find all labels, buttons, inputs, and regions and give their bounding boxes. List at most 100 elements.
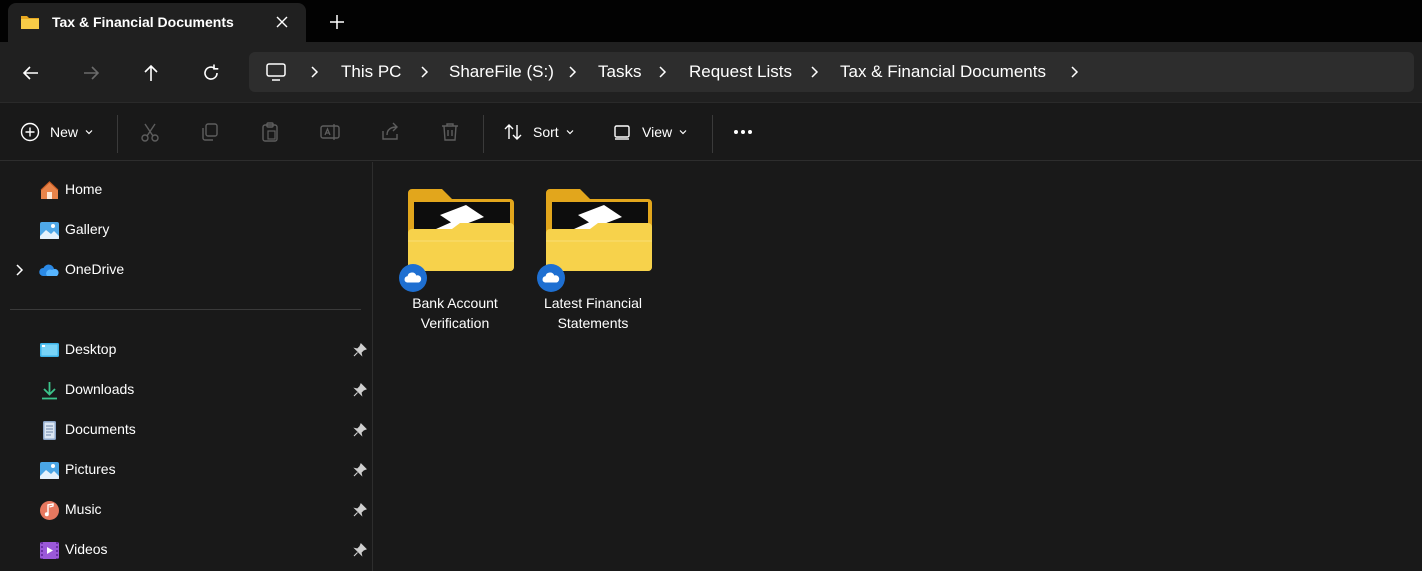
- sidebar-item-gallery[interactable]: Gallery: [0, 212, 373, 248]
- folder-icon: [21, 16, 39, 29]
- sidebar-item-videos[interactable]: Videos: [0, 532, 373, 568]
- chevron-right-icon[interactable]: [12, 263, 26, 277]
- cloud-icon: [399, 264, 427, 292]
- folder-item[interactable]: Bank Account Verification: [386, 182, 516, 342]
- sidebar-item-label: Pictures: [65, 461, 116, 477]
- folder-name: Latest Financial Statements: [524, 293, 662, 333]
- sidebar-item-label: Documents: [65, 421, 136, 437]
- arrow-right-icon: [84, 66, 100, 80]
- sidebar-item-music[interactable]: Music: [0, 492, 373, 528]
- sidebar-item-label: Desktop: [65, 341, 117, 357]
- folder-name-line: Latest Financial: [543, 295, 643, 311]
- chevron-right-icon[interactable]: [417, 65, 431, 79]
- share-button[interactable]: [379, 121, 401, 143]
- close-tab-button[interactable]: [270, 10, 294, 34]
- sidebar-item-label: Gallery: [65, 221, 110, 237]
- breadcrumb-tasks[interactable]: Tasks: [598, 62, 641, 82]
- downloads-icon: [42, 382, 57, 400]
- breadcrumb-this-pc[interactable]: This PC: [341, 62, 401, 82]
- folder-name-line: Bank Account: [412, 295, 498, 311]
- pictures-icon: [40, 462, 59, 479]
- breadcrumb-sharefile[interactable]: ShareFile (S:): [449, 62, 554, 82]
- chevron-down-icon: [679, 130, 687, 135]
- address-bar[interactable]: This PC ShareFile (S:) Tasks Request Lis…: [249, 52, 1414, 92]
- breadcrumb-request-lists[interactable]: Request Lists: [689, 62, 792, 82]
- sidebar-item-label: Videos: [65, 541, 108, 557]
- pin-icon[interactable]: [353, 343, 367, 357]
- sort-button[interactable]: Sort: [503, 117, 574, 147]
- computer-icon: [266, 63, 286, 81]
- plus-circle-icon: [20, 122, 40, 142]
- folder-name-line: Statements: [557, 315, 629, 331]
- paste-icon: [262, 122, 278, 142]
- chevron-down-icon: [566, 130, 574, 135]
- navigation-bar: This PC ShareFile (S:) Tasks Request Lis…: [0, 42, 1422, 102]
- sidebar-item-label: OneDrive: [65, 261, 125, 277]
- pin-icon[interactable]: [353, 423, 367, 437]
- trash-icon: [442, 123, 458, 141]
- videos-icon: [40, 542, 59, 559]
- cloud-icon: [537, 264, 565, 292]
- refresh-icon: [204, 64, 219, 80]
- see-more-button[interactable]: [732, 121, 754, 143]
- chevron-right-icon[interactable]: [655, 65, 669, 79]
- documents-icon: [43, 421, 56, 440]
- home-icon: [40, 181, 59, 199]
- folder-item[interactable]: Latest Financial Statements: [524, 182, 654, 342]
- tab-title: Tax & Financial Documents: [52, 14, 234, 30]
- breadcrumb-current-folder[interactable]: Tax & Financial Documents: [840, 62, 1046, 82]
- onedrive-icon: [39, 264, 59, 276]
- forward-button[interactable]: [78, 60, 104, 86]
- view-label: View: [642, 124, 673, 140]
- arrow-left-icon: [22, 66, 38, 80]
- paste-button[interactable]: [259, 121, 281, 143]
- chevron-right-icon[interactable]: [307, 65, 321, 79]
- tab-active[interactable]: Tax & Financial Documents: [8, 3, 306, 42]
- sidebar-divider: [10, 309, 361, 310]
- separator: [483, 115, 484, 153]
- rename-icon: [320, 124, 340, 140]
- up-button[interactable]: [138, 60, 164, 86]
- new-label: New: [50, 124, 79, 140]
- gallery-icon: [40, 222, 59, 239]
- command-bar: New Sort View: [0, 102, 1422, 161]
- more-icon: [734, 130, 752, 134]
- sidebar-item-documents[interactable]: Documents: [0, 412, 373, 448]
- sidebar-item-home[interactable]: Home: [0, 172, 373, 208]
- chevron-down-icon: [85, 130, 93, 135]
- chevron-right-icon[interactable]: [1067, 65, 1081, 79]
- pin-icon[interactable]: [353, 463, 367, 477]
- view-button[interactable]: View: [612, 117, 687, 147]
- new-tab-button[interactable]: [326, 11, 348, 33]
- cut-button[interactable]: [139, 121, 161, 143]
- file-list: Bank Account Verification Latest Financi…: [374, 162, 1422, 571]
- copy-button[interactable]: [199, 121, 221, 143]
- rename-button[interactable]: [319, 121, 341, 143]
- close-icon: [276, 16, 288, 28]
- copy-icon: [202, 123, 218, 141]
- sidebar-item-onedrive[interactable]: OneDrive: [0, 252, 373, 288]
- chevron-right-icon[interactable]: [565, 65, 579, 79]
- delete-button[interactable]: [439, 121, 461, 143]
- folder-name: Bank Account Verification: [386, 293, 524, 333]
- share-icon: [382, 122, 398, 140]
- tab-bar: Tax & Financial Documents: [0, 0, 1422, 42]
- sidebar-item-downloads[interactable]: Downloads: [0, 372, 373, 408]
- separator: [117, 115, 118, 153]
- cut-icon: [141, 123, 159, 142]
- sidebar-item-desktop[interactable]: Desktop: [0, 332, 373, 368]
- sort-icon: [504, 124, 522, 140]
- pin-icon[interactable]: [353, 503, 367, 517]
- desktop-icon: [40, 343, 59, 357]
- navigation-pane: Home Gallery OneDrive Desktop Downloads …: [0, 162, 373, 571]
- new-button[interactable]: New: [20, 117, 93, 147]
- back-button[interactable]: [18, 60, 44, 86]
- pin-icon[interactable]: [353, 383, 367, 397]
- view-icon: [614, 125, 630, 140]
- arrow-up-icon: [144, 64, 158, 81]
- pin-icon[interactable]: [353, 543, 367, 557]
- music-icon: [40, 501, 59, 520]
- chevron-right-icon[interactable]: [807, 65, 821, 79]
- refresh-button[interactable]: [198, 60, 224, 86]
- sidebar-item-pictures[interactable]: Pictures: [0, 452, 373, 488]
